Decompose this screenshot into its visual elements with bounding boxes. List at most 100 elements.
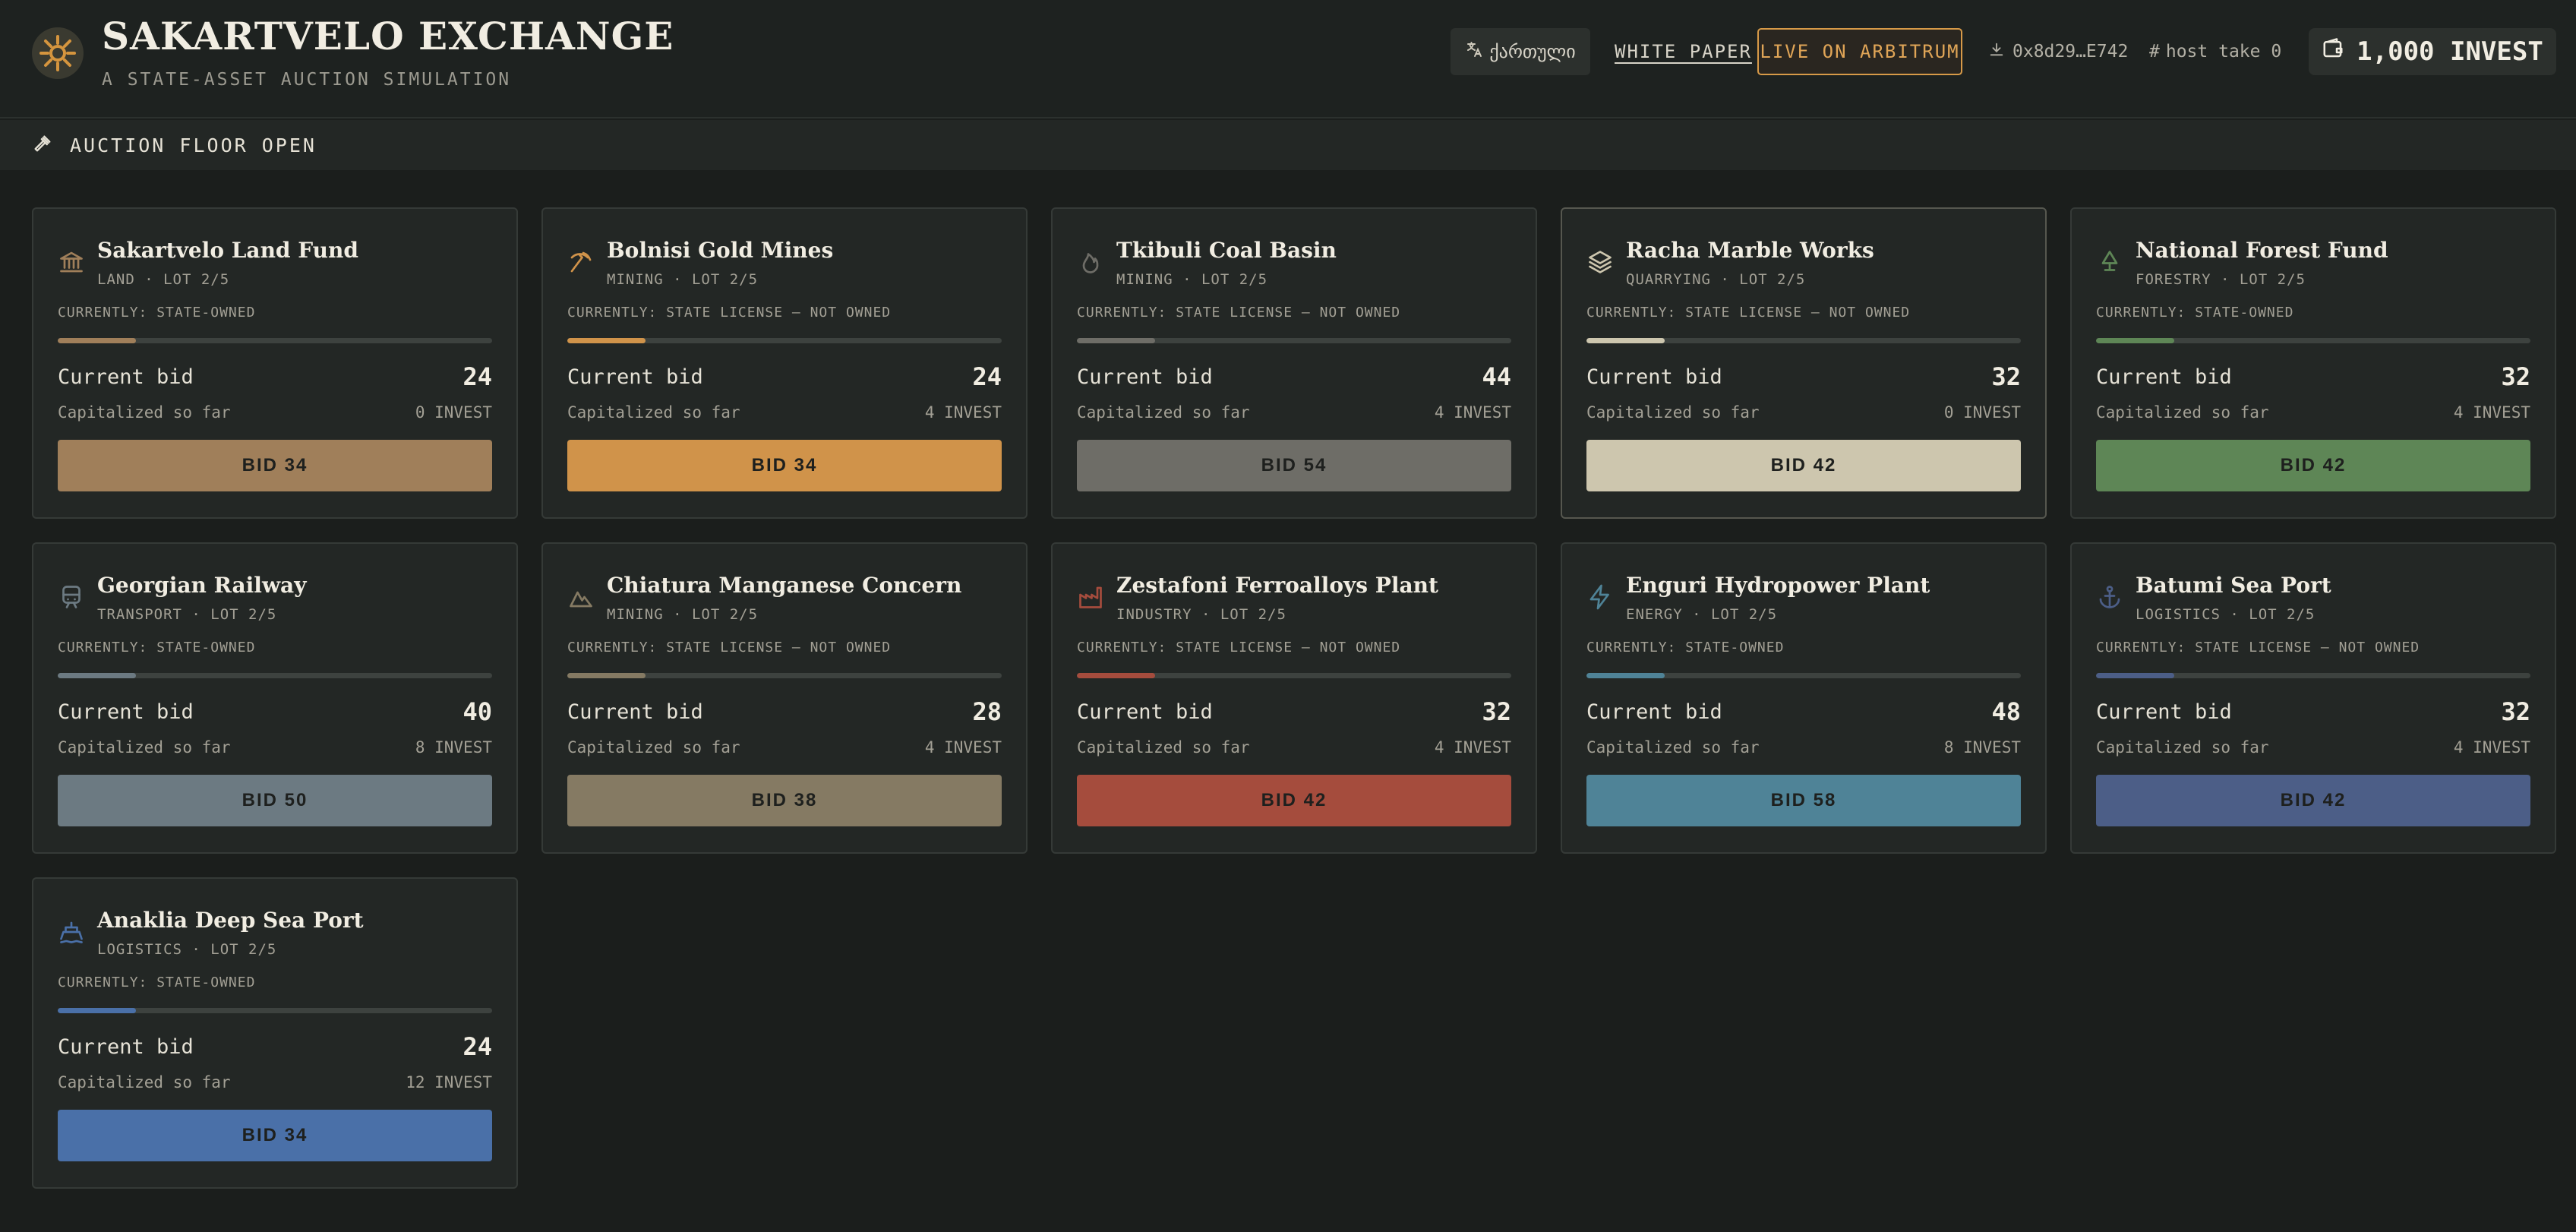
gavel-icon: [32, 133, 53, 157]
lot-ownership-status: CURRENTLY: STATE-OWNED: [58, 975, 256, 990]
capitalized-value: 12 INVEST: [406, 1073, 492, 1091]
lot-title: Chiatura Manganese Concern: [607, 573, 962, 598]
host-take-text: host take 0: [2165, 42, 2282, 62]
wallet-icon: [2322, 36, 2344, 67]
lot-title: Anaklia Deep Sea Port: [97, 908, 364, 933]
current-bid-label: Current bid: [58, 700, 194, 724]
lot-progress-fill: [567, 673, 646, 678]
lot-progress-fill: [2096, 338, 2174, 343]
bid-button[interactable]: BID 54: [1077, 440, 1511, 491]
lot-card: Georgian Railway TRANSPORT · LOT 2/5 CURRE…: [32, 542, 518, 854]
bolt-icon: [1586, 583, 1614, 611]
white-paper-link[interactable]: WHITE PAPER: [1615, 28, 1752, 75]
lot-ownership-status: CURRENTLY: STATE-OWNED: [1586, 640, 1785, 655]
lot-progress-bar: [1077, 338, 1511, 343]
lot-title: Batumi Sea Port: [2136, 573, 2331, 598]
capitalized-label: Capitalized so far: [58, 403, 231, 422]
tree-icon: [2096, 248, 2123, 276]
current-bid-value: 24: [972, 362, 1002, 391]
capitalized-label: Capitalized so far: [1586, 403, 1760, 422]
lot-title: Georgian Railway: [97, 573, 307, 598]
invest-balance-button[interactable]: 1,000 INVEST: [2309, 28, 2556, 75]
lot-progress-fill: [1077, 673, 1155, 678]
auction-status-banner: AUCTION FLOOR OPEN: [0, 120, 2576, 170]
lot-progress-fill: [58, 673, 136, 678]
wallet-address[interactable]: 0x8d29…E742: [1988, 28, 2128, 75]
capitalized-value: 8 INVEST: [415, 738, 492, 757]
lot-progress-bar: [567, 338, 1002, 343]
capitalized-label: Capitalized so far: [567, 403, 740, 422]
bid-button[interactable]: BID 42: [2096, 775, 2530, 826]
bid-button[interactable]: BID 38: [567, 775, 1002, 826]
capitalized-label: Capitalized so far: [2096, 738, 2269, 757]
arbitrum-status-button[interactable]: LIVE ON ARBITRUM: [1757, 28, 1962, 75]
wallet-address-text: 0x8d29…E742: [2012, 42, 2129, 62]
lot-card: Anaklia Deep Sea Port LOGISTICS · LOT 2/5…: [32, 877, 518, 1189]
download-icon: [1988, 41, 2005, 62]
invest-balance-text: 1,000 INVEST: [2357, 36, 2543, 67]
lot-progress-fill: [58, 1008, 136, 1013]
lot-ownership-status: CURRENTLY: STATE LICENSE — NOT OWNED: [1586, 305, 1911, 321]
lot-sector: LOGISTICS · LOT 2/5: [2136, 606, 2316, 623]
current-bid-label: Current bid: [2096, 700, 2232, 724]
lot-ownership-status: CURRENTLY: STATE LICENSE — NOT OWNED: [2096, 640, 2420, 655]
lot-sector: QUARRYING · LOT 2/5: [1626, 271, 1806, 288]
lot-progress-fill: [2096, 673, 2174, 678]
bid-button[interactable]: BID 42: [1077, 775, 1511, 826]
lot-sector: MINING · LOT 2/5: [607, 271, 759, 288]
capitalized-value: 8 INVEST: [1943, 738, 2021, 757]
lot-progress-bar: [567, 673, 1002, 678]
lot-ownership-status: CURRENTLY: STATE-OWNED: [2096, 305, 2294, 321]
lot-progress-bar: [58, 338, 492, 343]
capitalized-label: Capitalized so far: [2096, 403, 2269, 422]
lot-progress-fill: [1077, 338, 1155, 343]
sun-logo-icon: [32, 27, 84, 79]
current-bid-label: Current bid: [567, 365, 703, 389]
host-take: # host take 0: [2149, 28, 2281, 75]
lot-card: Bolnisi Gold Mines MINING · LOT 2/5 CURREN…: [541, 207, 1028, 519]
bid-button[interactable]: BID 34: [58, 1110, 492, 1161]
capitalized-label: Capitalized so far: [58, 1073, 231, 1091]
lot-title: Zestafoni Ferroalloys Plant: [1116, 573, 1438, 598]
lot-title: Bolnisi Gold Mines: [607, 238, 834, 263]
current-bid-value: 32: [2501, 362, 2530, 391]
bid-button[interactable]: BID 42: [1586, 440, 2021, 491]
capitalized-value: 4 INVEST: [924, 738, 1002, 757]
language-label: ქართული: [1489, 41, 1576, 62]
bid-button[interactable]: BID 42: [2096, 440, 2530, 491]
current-bid-label: Current bid: [58, 365, 194, 389]
top-header: SAKARTVELO EXCHANGE A STATE-ASSET AUCTIO…: [0, 0, 2576, 118]
lot-sector: ENERGY · LOT 2/5: [1626, 606, 1778, 623]
lot-progress-fill: [567, 338, 646, 343]
bid-button[interactable]: BID 34: [567, 440, 1002, 491]
capitalized-value: 0 INVEST: [415, 403, 492, 422]
lot-progress-bar: [58, 673, 492, 678]
capitalized-value: 4 INVEST: [1434, 403, 1511, 422]
current-bid-value: 24: [462, 362, 492, 391]
lot-ownership-status: CURRENTLY: STATE LICENSE — NOT OWNED: [1077, 640, 1401, 655]
current-bid-value: 28: [972, 697, 1002, 726]
capitalized-value: 4 INVEST: [2453, 738, 2530, 757]
bid-button[interactable]: BID 34: [58, 440, 492, 491]
factory-icon: [1077, 583, 1104, 611]
current-bid-value: 40: [462, 697, 492, 726]
bid-button[interactable]: BID 50: [58, 775, 492, 826]
current-bid-label: Current bid: [58, 1035, 194, 1059]
lot-title: Racha Marble Works: [1626, 238, 1874, 263]
capitalized-value: 4 INVEST: [924, 403, 1002, 422]
bank-icon: [58, 248, 85, 276]
lot-progress-bar: [1586, 673, 2021, 678]
current-bid-label: Current bid: [1077, 365, 1213, 389]
lot-card: Racha Marble Works QUARRYING · LOT 2/5 CUR…: [1561, 207, 2047, 519]
bid-button[interactable]: BID 58: [1586, 775, 2021, 826]
mountain-icon: [567, 583, 595, 611]
pickaxe-icon: [567, 248, 595, 276]
lot-card: Enguri Hydropower Plant ENERGY · LOT 2/5 C…: [1561, 542, 2047, 854]
current-bid-value: 44: [1482, 362, 1511, 391]
flame-icon: [1077, 248, 1104, 276]
ship-icon: [58, 918, 85, 946]
lot-progress-bar: [58, 1008, 492, 1013]
lot-title: Enguri Hydropower Plant: [1626, 573, 1930, 598]
capitalized-label: Capitalized so far: [1077, 738, 1250, 757]
language-toggle-button[interactable]: ქართული: [1451, 28, 1590, 75]
